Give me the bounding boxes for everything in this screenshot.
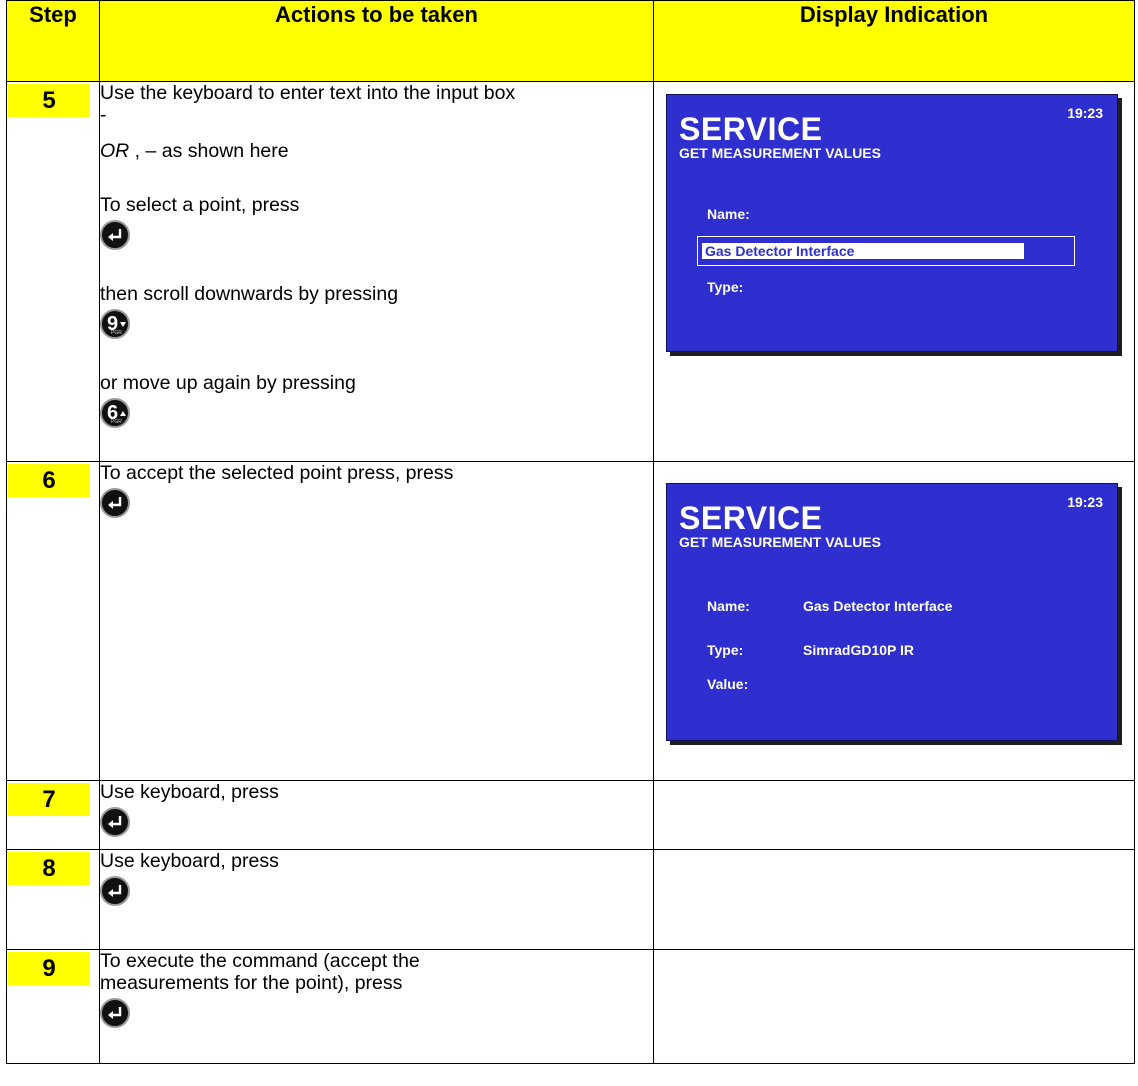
enter-key-icon: [100, 807, 130, 837]
header-actions: Actions to be taken: [99, 0, 654, 82]
action-cell: Use the keyboard to enter text into the …: [99, 81, 654, 462]
display-cell: SERVICE GET MEASUREMENT VALUES 19:23 Nam…: [653, 81, 1135, 462]
action-cell: To execute the command (accept the measu…: [99, 949, 654, 1064]
value-label: Value:: [707, 676, 749, 692]
table-row: 5 Use the keyboard to enter text into th…: [6, 81, 1135, 462]
scroll-up-key-icon: 6 PGR: [100, 398, 130, 428]
enter-key-icon: [100, 998, 130, 1028]
service-screen: SERVICE GET MEASUREMENT VALUES 19:23 Nam…: [666, 94, 1118, 352]
scroll-down-key-icon: 9 PGR: [100, 309, 130, 339]
step-cell: 6: [6, 461, 100, 781]
action-text: measurements for the point), press: [100, 972, 403, 994]
step-cell: 7: [6, 780, 100, 850]
enter-key-icon: [100, 876, 130, 906]
or-word: OR: [100, 140, 130, 162]
screen-clock: 19:23: [1067, 105, 1103, 121]
screen-subtitle: GET MEASUREMENT VALUES: [679, 534, 881, 550]
display-cell: SERVICE GET MEASUREMENT VALUES 19:23 Nam…: [653, 461, 1135, 781]
header-step: Step: [6, 0, 100, 82]
action-text: To accept the selected point press, pres…: [100, 462, 454, 484]
action-text: then scroll downwards by pressing: [100, 283, 399, 305]
screen-title: SERVICE: [679, 111, 823, 147]
service-screen: SERVICE GET MEASUREMENT VALUES 19:23 Nam…: [666, 483, 1118, 741]
action-text: -: [100, 104, 107, 126]
action-cell: Use keyboard, press: [99, 780, 654, 850]
type-label: Type:: [707, 279, 744, 295]
or-rest: , – as shown here: [129, 140, 289, 162]
enter-key-icon: [100, 488, 130, 518]
step-number: 7: [8, 783, 90, 816]
table-row: 6 To accept the selected point press, pr…: [6, 461, 1135, 781]
screen-subtitle: GET MEASUREMENT VALUES: [679, 145, 881, 161]
screen-clock: 19:23: [1067, 494, 1103, 510]
step-cell: 5: [6, 81, 100, 462]
action-text: Use keyboard, press: [100, 850, 279, 872]
step-cell: 9: [6, 949, 100, 1064]
display-cell: [653, 949, 1135, 1064]
name-value: Gas Detector Interface: [803, 598, 953, 614]
name-label: Name:: [707, 206, 750, 222]
step-number: 9: [8, 952, 90, 985]
type-value: SimradGD10P IR: [803, 642, 915, 658]
action-cell: Use keyboard, press: [99, 849, 654, 950]
table-row: 7 Use keyboard, press: [6, 780, 1135, 850]
step-number: 5: [8, 84, 90, 117]
action-text: To select a point, press: [100, 194, 300, 216]
action-text: To execute the command (accept the: [100, 950, 420, 972]
display-cell: [653, 780, 1135, 850]
action-cell: To accept the selected point press, pres…: [99, 461, 654, 781]
step-number: 6: [8, 464, 90, 497]
name-label: Name:: [707, 598, 750, 614]
name-input-frame: Gas Detector Interface: [697, 236, 1075, 266]
screen-title: SERVICE: [679, 500, 823, 536]
type-label: Type:: [707, 642, 744, 658]
action-text: Use the keyboard to enter text into the …: [100, 82, 516, 104]
action-text: or move up again by pressing: [100, 372, 356, 394]
action-text: Use keyboard, press: [100, 781, 279, 803]
display-cell: [653, 849, 1135, 950]
table-row: 8 Use keyboard, press: [6, 849, 1135, 950]
table-row: 9 To execute the command (accept the mea…: [6, 949, 1135, 1064]
action-text: OR , – as shown here: [100, 140, 653, 162]
procedure-table: Step Actions to be taken Display Indicat…: [6, 0, 1135, 1064]
step-number: 8: [8, 852, 90, 885]
name-input[interactable]: Gas Detector Interface: [702, 243, 1024, 259]
header-row: Step Actions to be taken Display Indicat…: [6, 0, 1135, 82]
header-display: Display Indication: [653, 0, 1135, 82]
step-cell: 8: [6, 849, 100, 950]
enter-key-icon: [100, 220, 130, 250]
